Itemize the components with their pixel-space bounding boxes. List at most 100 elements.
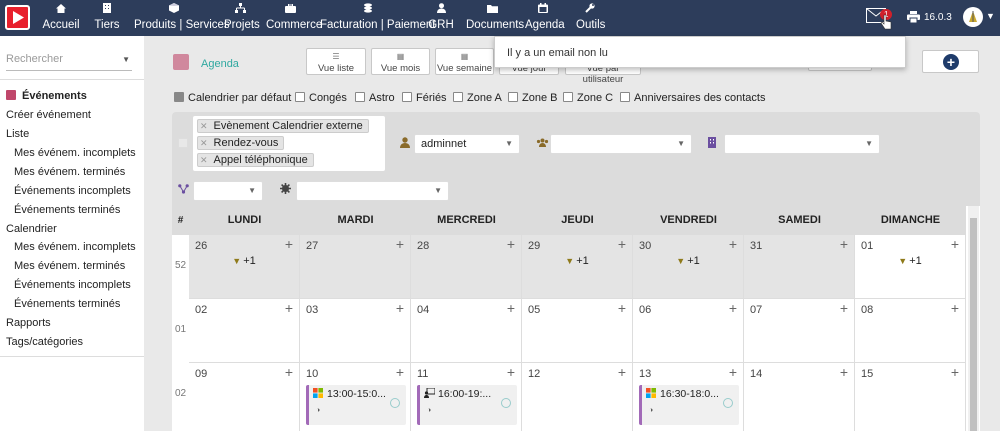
scrollbar-thumb[interactable] — [970, 218, 977, 431]
day-cell[interactable]: 10 + 13:00-15:0... ◑ — [300, 363, 411, 431]
sidebar-item-calendrier[interactable]: Calendrier — [6, 223, 57, 235]
add-event-icon[interactable]: + — [507, 236, 515, 252]
view-month-button[interactable]: ▦ Vue mois — [371, 48, 430, 75]
checkbox[interactable] — [355, 92, 365, 102]
event-type-multiselect[interactable]: ✕ Evènement Calendrier externe ✕ Rendez-vo… — [193, 116, 385, 171]
checkbox[interactable] — [563, 92, 573, 102]
add-event-icon[interactable]: + — [396, 364, 404, 380]
add-event-icon[interactable]: + — [396, 300, 404, 316]
add-event-icon[interactable]: + — [618, 364, 626, 380]
user-select[interactable]: adminnet ▼ — [414, 134, 520, 154]
remove-tag-icon[interactable]: ✕ — [200, 138, 208, 148]
sidebar-item-liste[interactable]: Liste — [6, 128, 29, 140]
checkbox[interactable] — [453, 92, 463, 102]
checkbox[interactable] — [508, 92, 518, 102]
print-icon[interactable] — [907, 11, 921, 25]
add-event-icon[interactable]: + — [618, 236, 626, 252]
day-cell[interactable]: 09 + — [189, 363, 300, 431]
sidebar-item-rapports[interactable]: Rapports — [6, 317, 51, 329]
day-cell[interactable]: 02 + — [189, 299, 300, 363]
add-event-icon[interactable]: + — [840, 300, 848, 316]
day-cell[interactable]: 28 + — [411, 235, 522, 299]
filter-default-calendar[interactable]: Calendrier par défaut — [174, 92, 291, 106]
day-cell[interactable]: 30 + ▼ +1 — [633, 235, 744, 299]
nav-commerce[interactable]: Commerce — [266, 3, 322, 35]
nav-produits-services[interactable]: Produits | Services — [134, 3, 230, 35]
sidebar-item-cal-termines[interactable]: Événements terminés — [14, 298, 120, 310]
filter-astro[interactable]: Astro — [355, 92, 395, 106]
add-event-icon[interactable]: + — [507, 300, 515, 316]
day-cell[interactable]: 03 + — [300, 299, 411, 363]
sidebar-item-cal-mes-termines[interactable]: Mes événem. terminés — [14, 260, 125, 272]
chevron-down-icon[interactable]: ▼ — [986, 11, 995, 21]
add-event-icon[interactable]: + — [951, 364, 959, 380]
resource-select[interactable]: ▼ — [296, 181, 449, 201]
day-cell[interactable]: 06 + — [633, 299, 744, 363]
usergroup-select[interactable]: ▼ — [550, 134, 692, 154]
day-cell[interactable]: 12 + — [522, 363, 633, 431]
view-list-button[interactable]: ☰ Vue liste — [306, 48, 366, 75]
user-avatar[interactable] — [963, 7, 983, 27]
event-type-tag[interactable]: ✕ Evènement Calendrier externe — [197, 119, 369, 133]
add-event-icon[interactable]: + — [396, 236, 404, 252]
checkbox[interactable] — [402, 92, 412, 102]
sidebar-item-cal-incomplets[interactable]: Événements incomplets — [14, 279, 131, 291]
sidebar-item-creer-evenement[interactable]: Créer événement — [6, 109, 91, 121]
filter-zone-c[interactable]: Zone C — [563, 92, 613, 106]
nav-grh[interactable]: GRH — [428, 3, 454, 35]
filter-feries[interactable]: Fériés — [402, 92, 447, 106]
checkbox[interactable] — [174, 92, 184, 102]
add-event-icon[interactable]: + — [840, 364, 848, 380]
nav-agenda[interactable]: Agenda — [525, 3, 565, 35]
filter-anniversaires[interactable]: Anniversaires des contacts — [620, 92, 765, 106]
add-event-icon[interactable]: + — [285, 300, 293, 316]
add-event-icon[interactable]: + — [951, 300, 959, 316]
nav-facturation-paiement[interactable]: Facturation | Paiement — [320, 3, 436, 35]
add-event-icon[interactable]: + — [729, 300, 737, 316]
add-event-icon[interactable]: + — [951, 236, 959, 252]
checkbox[interactable] — [620, 92, 630, 102]
day-cell[interactable]: 27 + — [300, 235, 411, 299]
filter-conges[interactable]: Congés — [295, 92, 347, 106]
sidebar-search-select[interactable]: Rechercher ▼ — [6, 53, 132, 71]
day-cell[interactable]: 01 + ▼ +1 — [855, 235, 966, 299]
day-cell[interactable]: 31 + — [744, 235, 855, 299]
event-type-tag[interactable]: ✕ Rendez-vous — [197, 136, 285, 150]
nav-projets[interactable]: Projets — [224, 3, 260, 35]
add-event-icon[interactable]: + — [285, 236, 293, 252]
more-events-link[interactable]: ▼ +1 — [189, 255, 299, 267]
more-events-link[interactable]: ▼ +1 — [855, 255, 965, 267]
day-cell[interactable]: 26 + ▼ +1 — [189, 235, 300, 299]
project-select[interactable]: ▼ — [193, 181, 263, 201]
app-logo[interactable] — [5, 5, 30, 30]
sidebar-item-liste-incomplets[interactable]: Événements incomplets — [14, 185, 131, 197]
nav-tiers[interactable]: Tiers — [92, 3, 122, 35]
day-cell[interactable]: 05 + — [522, 299, 633, 363]
add-event-icon[interactable]: + — [729, 236, 737, 252]
sidebar-item-tags-categories[interactable]: Tags/catégories — [6, 336, 83, 348]
add-event-icon[interactable]: + — [618, 300, 626, 316]
filter-zone-a[interactable]: Zone A — [453, 92, 502, 106]
sidebar-item-evenements[interactable]: Événements — [6, 90, 87, 102]
filter-zone-b[interactable]: Zone B — [508, 92, 557, 106]
add-event-icon[interactable]: + — [729, 364, 737, 380]
view-week-button[interactable]: ▦ Vue semaine — [435, 48, 494, 75]
day-cell[interactable]: 08 + — [855, 299, 966, 363]
day-cell[interactable]: 29 + ▼ +1 — [522, 235, 633, 299]
day-cell[interactable]: 14 + — [744, 363, 855, 431]
add-event-icon[interactable]: + — [507, 364, 515, 380]
select-all-checkbox[interactable] — [178, 138, 188, 148]
sidebar-item-liste-mes-incomplets[interactable]: Mes événem. incomplets — [14, 147, 136, 159]
day-cell[interactable]: 11 + 16:00-19:... ◑ — [411, 363, 522, 431]
more-events-link[interactable]: ▼ +1 — [522, 255, 632, 267]
calendar-scrollbar[interactable] — [968, 206, 979, 431]
sidebar-item-cal-mes-incomplets[interactable]: Mes événem. incomplets — [14, 241, 136, 253]
checkbox[interactable] — [295, 92, 305, 102]
remove-tag-icon[interactable]: ✕ — [200, 121, 208, 131]
calendar-event[interactable]: 16:00-19:... ◑ — [417, 385, 517, 425]
sidebar-item-liste-termines[interactable]: Événements terminés — [14, 204, 120, 216]
remove-tag-icon[interactable]: ✕ — [200, 155, 208, 165]
add-event-icon[interactable]: + — [285, 364, 293, 380]
add-event-icon[interactable]: + — [840, 236, 848, 252]
day-cell[interactable]: 13 + 16:30-18:0... ◑ — [633, 363, 744, 431]
